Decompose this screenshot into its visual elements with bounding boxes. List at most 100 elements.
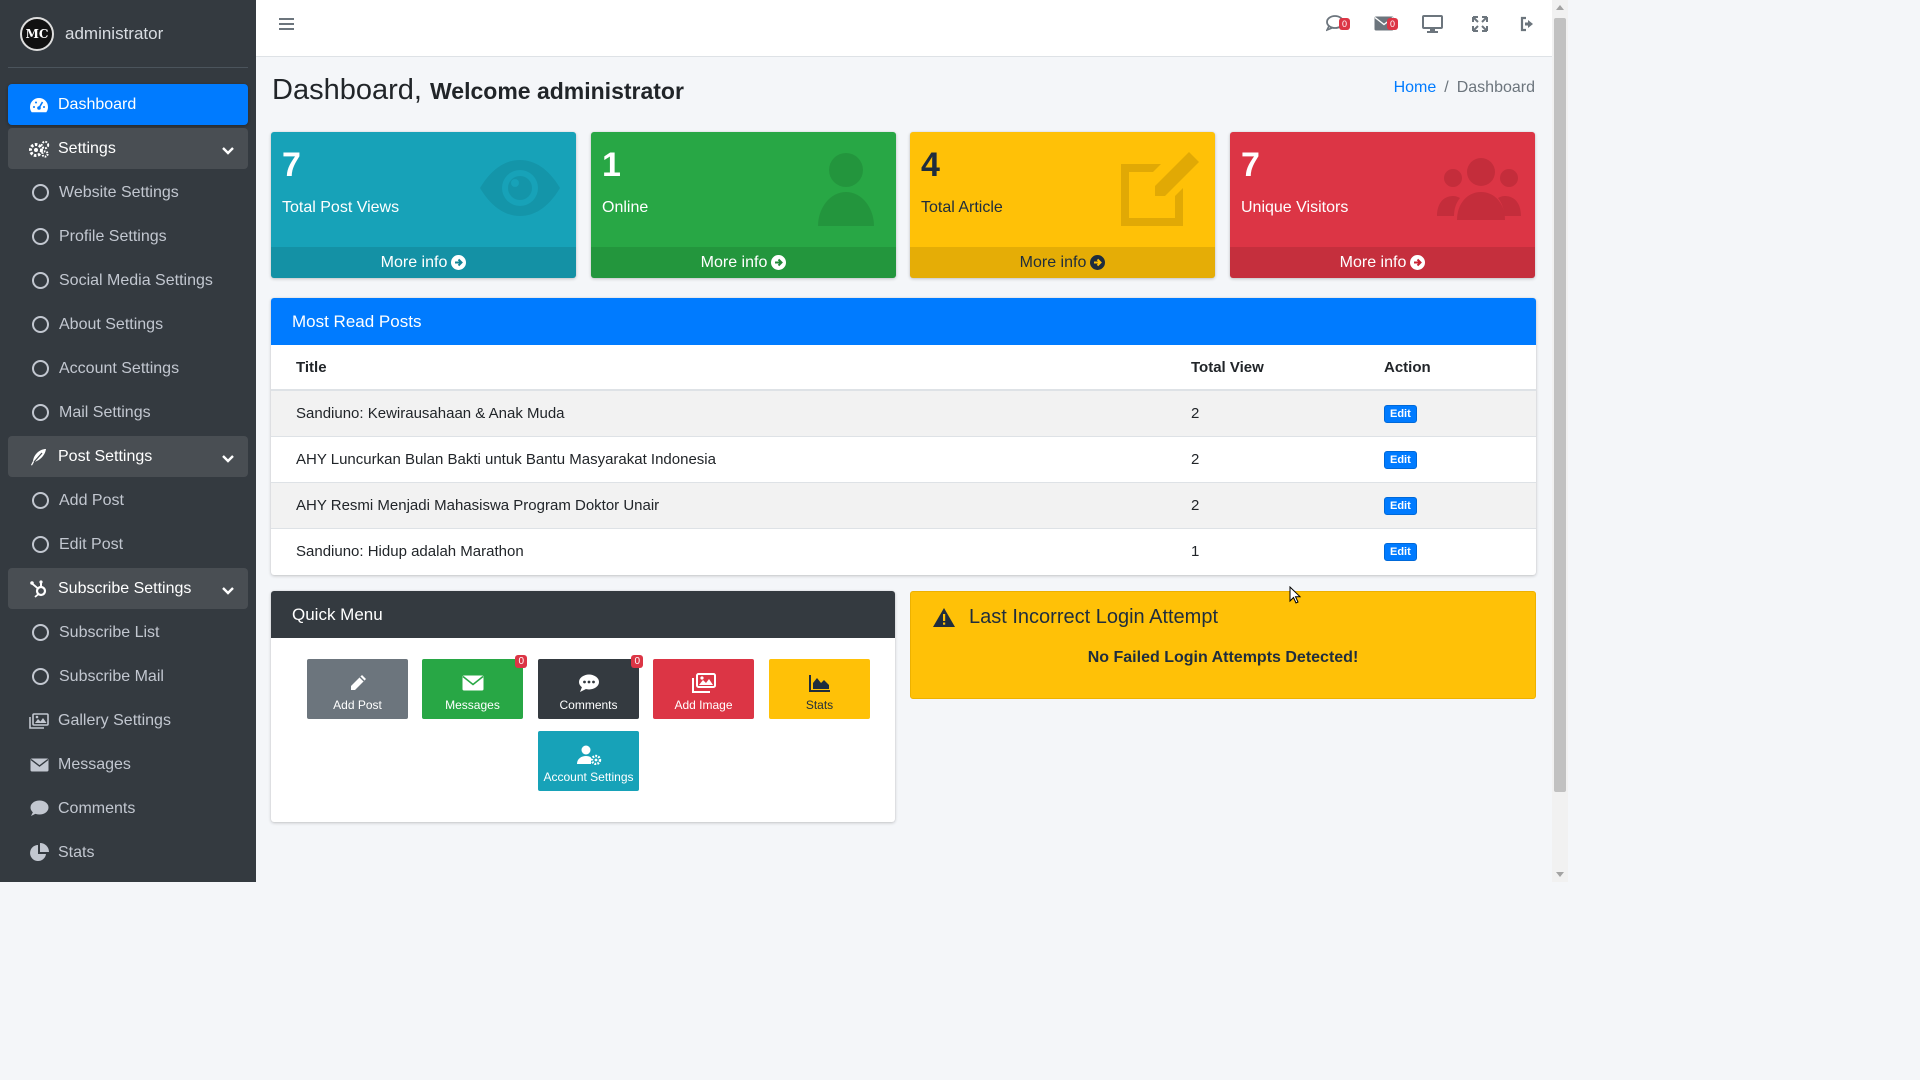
column-header-total-view: Total View [1191,345,1384,391]
more-info-link[interactable]: More info [910,247,1215,278]
fullscreen-button[interactable] [1456,14,1504,38]
sidebar-item-label: Edit Post [59,535,124,553]
desktop-icon [1421,14,1443,38]
user-cog-icon [576,744,602,766]
desktop-button[interactable] [1408,14,1456,38]
comment-icon [28,800,50,818]
more-info-link[interactable]: More info [591,247,896,278]
sidebar-item-subscribe-settings[interactable]: Subscribe Settings [8,568,248,609]
hubspot-icon [28,579,50,598]
circle-icon [29,668,51,686]
sidebar-item-post-settings[interactable]: Post Settings [8,436,248,477]
circle-icon [29,536,51,554]
more-info-link[interactable]: More info [271,247,576,278]
logout-button[interactable] [1504,14,1552,38]
sidebar-item-messages[interactable]: Messages [8,744,248,785]
dashboard-icon [28,96,50,114]
topbar: 0 0 [256,0,1552,57]
messages-notification[interactable]: 0 [1360,14,1408,38]
edit-icon [1121,152,1199,226]
sidebar-item-profile-settings[interactable]: Profile Settings [8,216,248,257]
pencil-icon [348,672,368,694]
quick-add-post-button[interactable]: Add Post [307,659,408,719]
sidebar-item-social-media-settings[interactable]: Social Media Settings [8,260,248,301]
breadcrumb-home[interactable]: Home [1394,79,1437,96]
envelope-icon [28,756,50,774]
comments-notification[interactable]: 0 [1312,14,1360,38]
sign-out-icon [1519,16,1537,37]
sidebar-item-mail-settings[interactable]: Mail Settings [8,392,248,433]
more-info-label: More info [380,253,448,271]
edit-button[interactable]: Edit [1384,496,1417,515]
chevron-down-icon [222,450,234,468]
sidebar-item-settings[interactable]: Settings [8,128,248,169]
page-title-text: Dashboard, [272,74,422,106]
sidebar-item-label: Subscribe Settings [58,579,192,597]
sidebar-item-dashboard[interactable]: Dashboard [8,84,248,125]
images-icon [691,672,716,694]
scroll-up-icon[interactable] [1556,5,1564,10]
more-info-link[interactable]: More info [1230,247,1535,278]
sidebar-item-label: Website Settings [59,183,179,201]
mouse-cursor-icon [1289,586,1301,604]
quick-comments-button[interactable]: Comments 0 [538,655,643,719]
cogs-icon [28,140,50,158]
quick-button-label: Stats [805,698,834,712]
sidebar-item-subscribe-mail[interactable]: Subscribe Mail [8,656,248,697]
more-info-label: More info [1339,253,1407,271]
most-read-posts-header: Most Read Posts [271,298,1536,345]
quick-button-label: Comments [559,698,618,712]
stat-box-unique-visitors: 7 Unique Visitors More info [1230,132,1535,278]
stat-label: Online [602,199,649,216]
sidebar-item-subscribe-list[interactable]: Subscribe List [8,612,248,653]
post-views: 1 [1191,527,1384,574]
comments-badge: 0 [631,655,643,668]
column-header-action: Action [1384,345,1536,391]
sidebar-item-website-settings[interactable]: Website Settings [8,172,248,213]
sidebar-item-label: Profile Settings [59,227,167,245]
expand-icon [1472,15,1488,37]
page-subtitle: Welcome administrator [430,78,684,104]
topbar-icons: 0 0 [1312,14,1552,38]
comment-dots-icon [578,672,600,694]
sidebar-item-label: Subscribe List [59,623,160,641]
post-title: Sandiuno: Hidup adalah Marathon [271,527,1191,574]
scroll-down-icon[interactable] [1556,872,1564,877]
sidebar-item-edit-post[interactable]: Edit Post [8,524,248,565]
scrollbar-thumb[interactable] [1554,18,1566,792]
most-read-posts-table: Title Total View Action Sandiuno: Kewira… [271,345,1536,574]
stat-value: 4 [921,146,940,184]
sidebar-item-account-settings[interactable]: Account Settings [8,348,248,389]
edit-button[interactable]: Edit [1384,542,1417,561]
quick-button-label: Account Settings [543,770,634,784]
post-views: 2 [1191,481,1384,528]
circle-icon [29,404,51,422]
quick-stats-button[interactable]: Stats [769,659,870,719]
quick-account-settings-button[interactable]: Account Settings [538,731,639,791]
quick-button-label: Messages [445,698,500,712]
page-scrollbar[interactable] [1552,0,1568,882]
quick-messages-button[interactable]: Messages 0 [422,655,527,719]
user-name[interactable]: administrator [65,24,163,44]
user-panel[interactable]: MC administrator [8,0,248,68]
comments-badge: 0 [1338,18,1350,30]
hamburger-icon[interactable] [279,16,295,32]
edit-button[interactable]: Edit [1384,404,1417,423]
sidebar-item-stats[interactable]: Stats [8,832,248,873]
edit-button[interactable]: Edit [1384,450,1417,469]
sidebar-item-label: About Settings [59,315,164,333]
sidebar-item-comments[interactable]: Comments [8,788,248,829]
post-title: AHY Luncurkan Bulan Bakti untuk Bantu Ma… [271,435,1191,482]
sidebar-item-about-settings[interactable]: About Settings [8,304,248,345]
messages-badge: 0 [515,655,527,668]
quick-add-image-button[interactable]: Add Image [653,659,754,719]
sidebar-item-add-post[interactable]: Add Post [8,480,248,521]
sidebar-nav: Dashboard Settings Website Settings Prof… [0,68,256,873]
images-icon [28,712,50,730]
messages-badge: 0 [1386,18,1398,30]
login-attempt-alert: Last Incorrect Login Attempt No Failed L… [910,591,1536,699]
sidebar-item-gallery-settings[interactable]: Gallery Settings [8,700,248,741]
page-title: Dashboard, Welcome administrator [272,74,684,107]
stat-label: Total Post Views [282,199,400,216]
area-chart-icon [808,672,831,694]
